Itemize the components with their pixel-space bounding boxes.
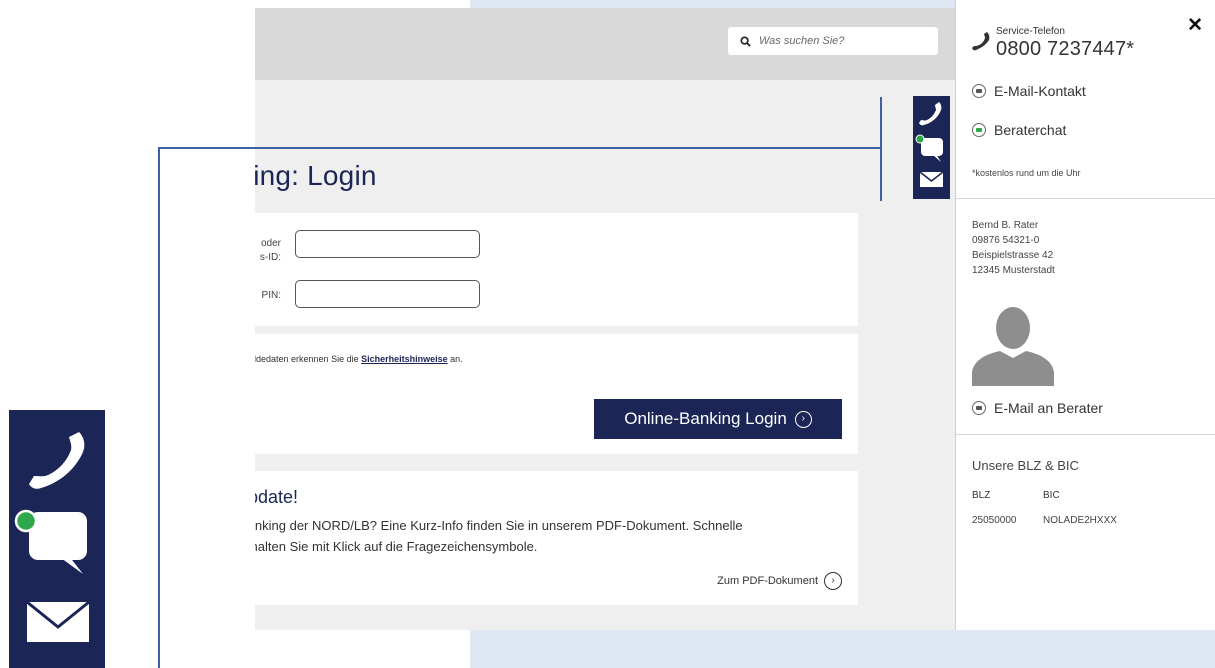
phone-icon bbox=[972, 32, 990, 51]
top-bar bbox=[255, 8, 955, 80]
mail-icon[interactable] bbox=[919, 171, 944, 187]
bic-value: NOLADE2HXXX bbox=[1043, 515, 1117, 526]
pin-label: PIN: bbox=[261, 290, 281, 301]
background-band-bottom bbox=[470, 630, 1215, 668]
email-radio-icon bbox=[972, 84, 986, 98]
pdf-document-link[interactable]: Zum PDF-Dokument › bbox=[717, 572, 842, 590]
update-text: Banking der NORD/LB? Eine Kurz-Info find… bbox=[255, 518, 743, 554]
chat-icon[interactable] bbox=[915, 134, 943, 162]
stage: king: Login oder s-ID: PIN: eldedaten er… bbox=[0, 0, 1215, 668]
user-id-label: oder s-ID: bbox=[259, 238, 281, 263]
service-phone-label: Service-Telefon bbox=[996, 26, 1065, 37]
phone-icon[interactable] bbox=[919, 102, 942, 126]
online-banking-login-button[interactable]: Online-Banking Login › bbox=[594, 399, 842, 439]
blz-label: BLZ bbox=[972, 490, 991, 501]
divider bbox=[956, 198, 1215, 199]
bic-label: BIC bbox=[1043, 490, 1060, 501]
user-id-field[interactable] bbox=[295, 230, 480, 258]
blz-value: 25050000 bbox=[972, 515, 1017, 526]
search-input[interactable] bbox=[759, 35, 929, 47]
chat-icon[interactable] bbox=[14, 509, 87, 574]
security-link[interactable]: Sicherheitshinweise bbox=[361, 354, 448, 364]
email-contact-option[interactable]: E-Mail-Kontakt bbox=[972, 83, 1086, 99]
footnote: *kostenlos rund um die Uhr bbox=[972, 168, 1081, 178]
blz-bic-title: Unsere BLZ & BIC bbox=[972, 458, 1079, 473]
callout-line-vertical-right bbox=[880, 97, 882, 201]
service-phone-number[interactable]: 0800 7237447* bbox=[996, 38, 1134, 61]
chevron-right-icon: › bbox=[824, 572, 842, 590]
email-radio-icon bbox=[972, 401, 986, 415]
chevron-right-icon: › bbox=[794, 410, 812, 428]
chat-radio-icon bbox=[972, 123, 986, 137]
login-action-card: eldedaten erkennen Sie die Sicherheitshi… bbox=[255, 334, 858, 454]
page-title: king: Login bbox=[255, 160, 377, 191]
contact-sidebar-mini bbox=[913, 96, 950, 199]
callout-line-vertical-left bbox=[158, 147, 160, 668]
callout-line-horizontal bbox=[158, 147, 881, 149]
close-icon[interactable]: ✕ bbox=[1187, 14, 1203, 37]
search-box[interactable] bbox=[728, 27, 938, 55]
phone-icon[interactable] bbox=[29, 432, 85, 489]
email-advisor-option[interactable]: E-Mail an Berater bbox=[972, 400, 1103, 416]
advisor-contact: Bernd B. Rater 09876 54321-0 Beispielstr… bbox=[972, 220, 1055, 276]
security-hint: eldedaten erkennen Sie die Sicherheitshi… bbox=[255, 354, 463, 364]
divider bbox=[956, 434, 1215, 435]
contact-sidebar-enlarged bbox=[9, 410, 105, 668]
avatar-placeholder-icon bbox=[972, 307, 1054, 386]
update-title: Jpdate! bbox=[255, 487, 299, 507]
advisor-chat-option[interactable]: Beraterchat bbox=[972, 122, 1066, 138]
banking-page: king: Login oder s-ID: PIN: eldedaten er… bbox=[255, 8, 955, 630]
mail-icon[interactable] bbox=[26, 600, 90, 642]
search-icon bbox=[740, 35, 751, 47]
login-form-card: oder s-ID: PIN: bbox=[255, 213, 858, 326]
contact-panel: ✕ Service-Telefon 0800 7237447* E-Mail-K… bbox=[955, 0, 1215, 630]
update-card: Jpdate! Banking der NORD/LB? Eine Kurz-I… bbox=[255, 471, 858, 605]
pin-field[interactable] bbox=[295, 280, 480, 308]
